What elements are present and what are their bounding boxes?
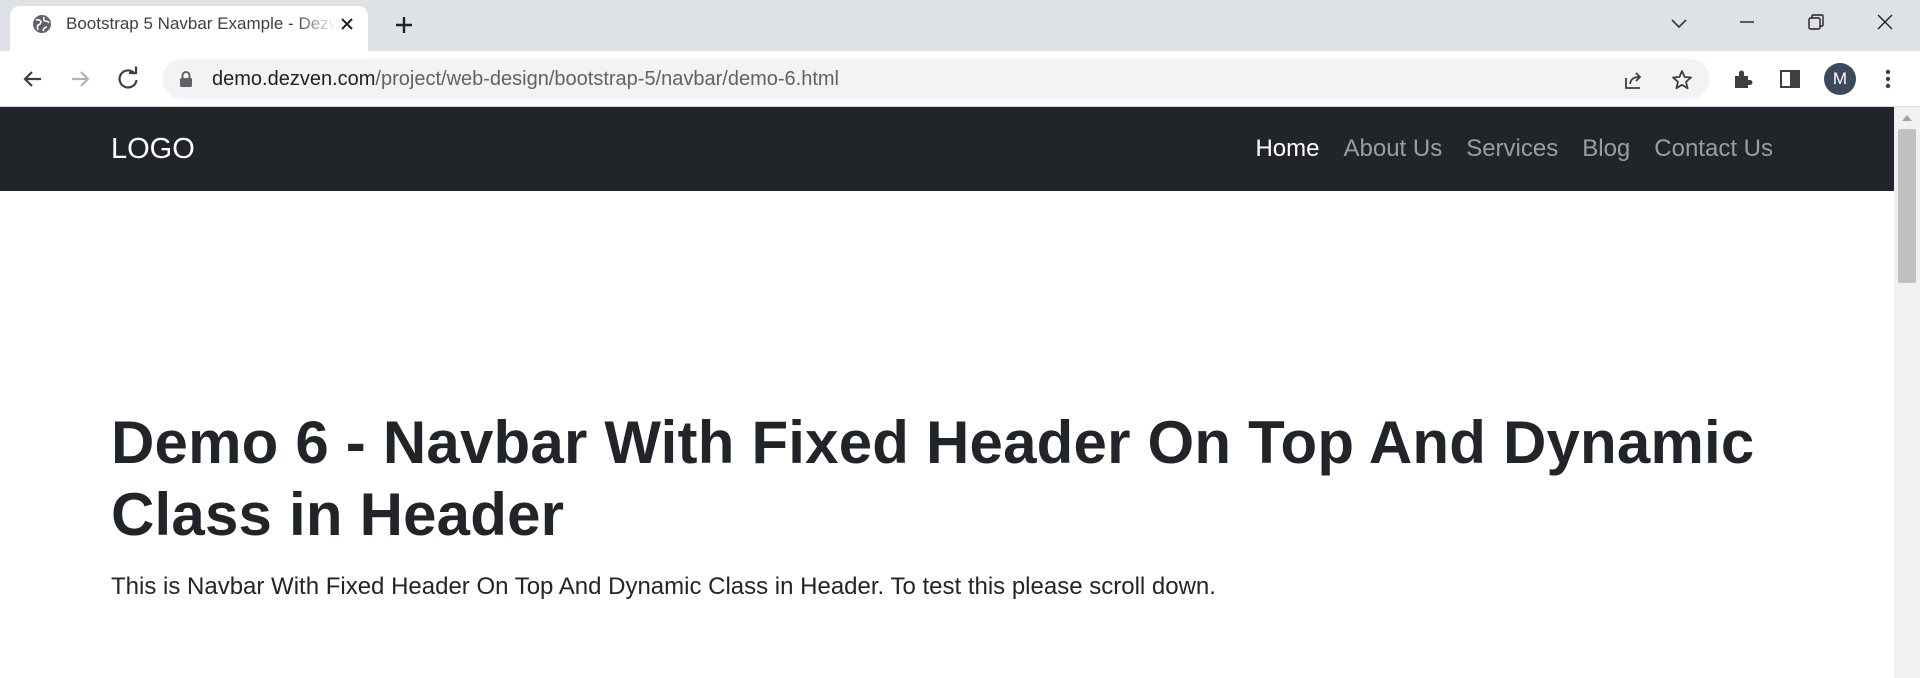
share-icon[interactable] xyxy=(1622,68,1646,92)
url-text[interactable]: demo.dezven.com/project/web-design/boots… xyxy=(212,59,839,99)
tab-title: Bootstrap 5 Navbar Example - Dezven xyxy=(66,14,336,33)
reload-icon[interactable] xyxy=(115,66,141,92)
url-path: /project/web-design/bootstrap-5/navbar/d… xyxy=(375,68,839,90)
nav-link-contact-us[interactable]: Contact Us xyxy=(1654,135,1773,163)
site-navbar: LOGO Home About Us Services Blog Contact… xyxy=(0,107,1894,191)
browser-toolbar: demo.dezven.com/project/web-design/boots… xyxy=(0,51,1920,107)
star-icon[interactable] xyxy=(1670,68,1694,92)
nav-link-blog[interactable]: Blog xyxy=(1582,135,1630,163)
page-description: This is Navbar With Fixed Header On Top … xyxy=(111,573,1216,600)
navbar-links: Home About Us Services Blog Contact Us xyxy=(1255,107,1773,191)
side-panel-icon[interactable] xyxy=(1777,66,1803,92)
back-icon[interactable] xyxy=(20,66,46,92)
nav-link-home[interactable]: Home xyxy=(1255,135,1319,163)
plus-icon[interactable] xyxy=(392,13,416,37)
nav-link-about-us[interactable]: About Us xyxy=(1343,135,1442,163)
more-vert-icon[interactable] xyxy=(1875,66,1901,92)
page-heading: Demo 6 - Navbar With Fixed Header On Top… xyxy=(111,409,1755,548)
vertical-scrollbar[interactable] xyxy=(1894,107,1920,678)
restore-icon[interactable] xyxy=(1804,10,1828,34)
forward-icon[interactable] xyxy=(67,66,93,92)
scroll-up-arrow-icon[interactable] xyxy=(1902,113,1912,121)
extensions-icon[interactable] xyxy=(1730,66,1756,92)
chevron-down-icon[interactable] xyxy=(1668,12,1690,34)
globe-icon xyxy=(33,15,51,33)
lock-icon[interactable] xyxy=(178,70,194,88)
nav-link-services[interactable]: Services xyxy=(1466,135,1558,163)
page-viewport: LOGO Home About Us Services Blog Contact… xyxy=(0,107,1920,678)
tab-strip: Bootstrap 5 Navbar Example - Dezven xyxy=(0,0,1920,51)
navbar-brand-logo[interactable]: LOGO xyxy=(111,107,195,191)
minimize-icon[interactable] xyxy=(1735,10,1759,34)
url-host: demo.dezven.com xyxy=(212,68,376,90)
close-icon[interactable] xyxy=(338,15,356,33)
browser-tab[interactable]: Bootstrap 5 Navbar Example - Dezven xyxy=(10,6,368,51)
page-content: Demo 6 - Navbar With Fixed Header On Top… xyxy=(111,407,1811,603)
address-bar[interactable]: demo.dezven.com/project/web-design/boots… xyxy=(162,59,1710,99)
profile-avatar[interactable]: M xyxy=(1824,63,1856,95)
close-window-icon[interactable] xyxy=(1873,10,1897,34)
scrollbar-thumb[interactable] xyxy=(1898,129,1916,283)
